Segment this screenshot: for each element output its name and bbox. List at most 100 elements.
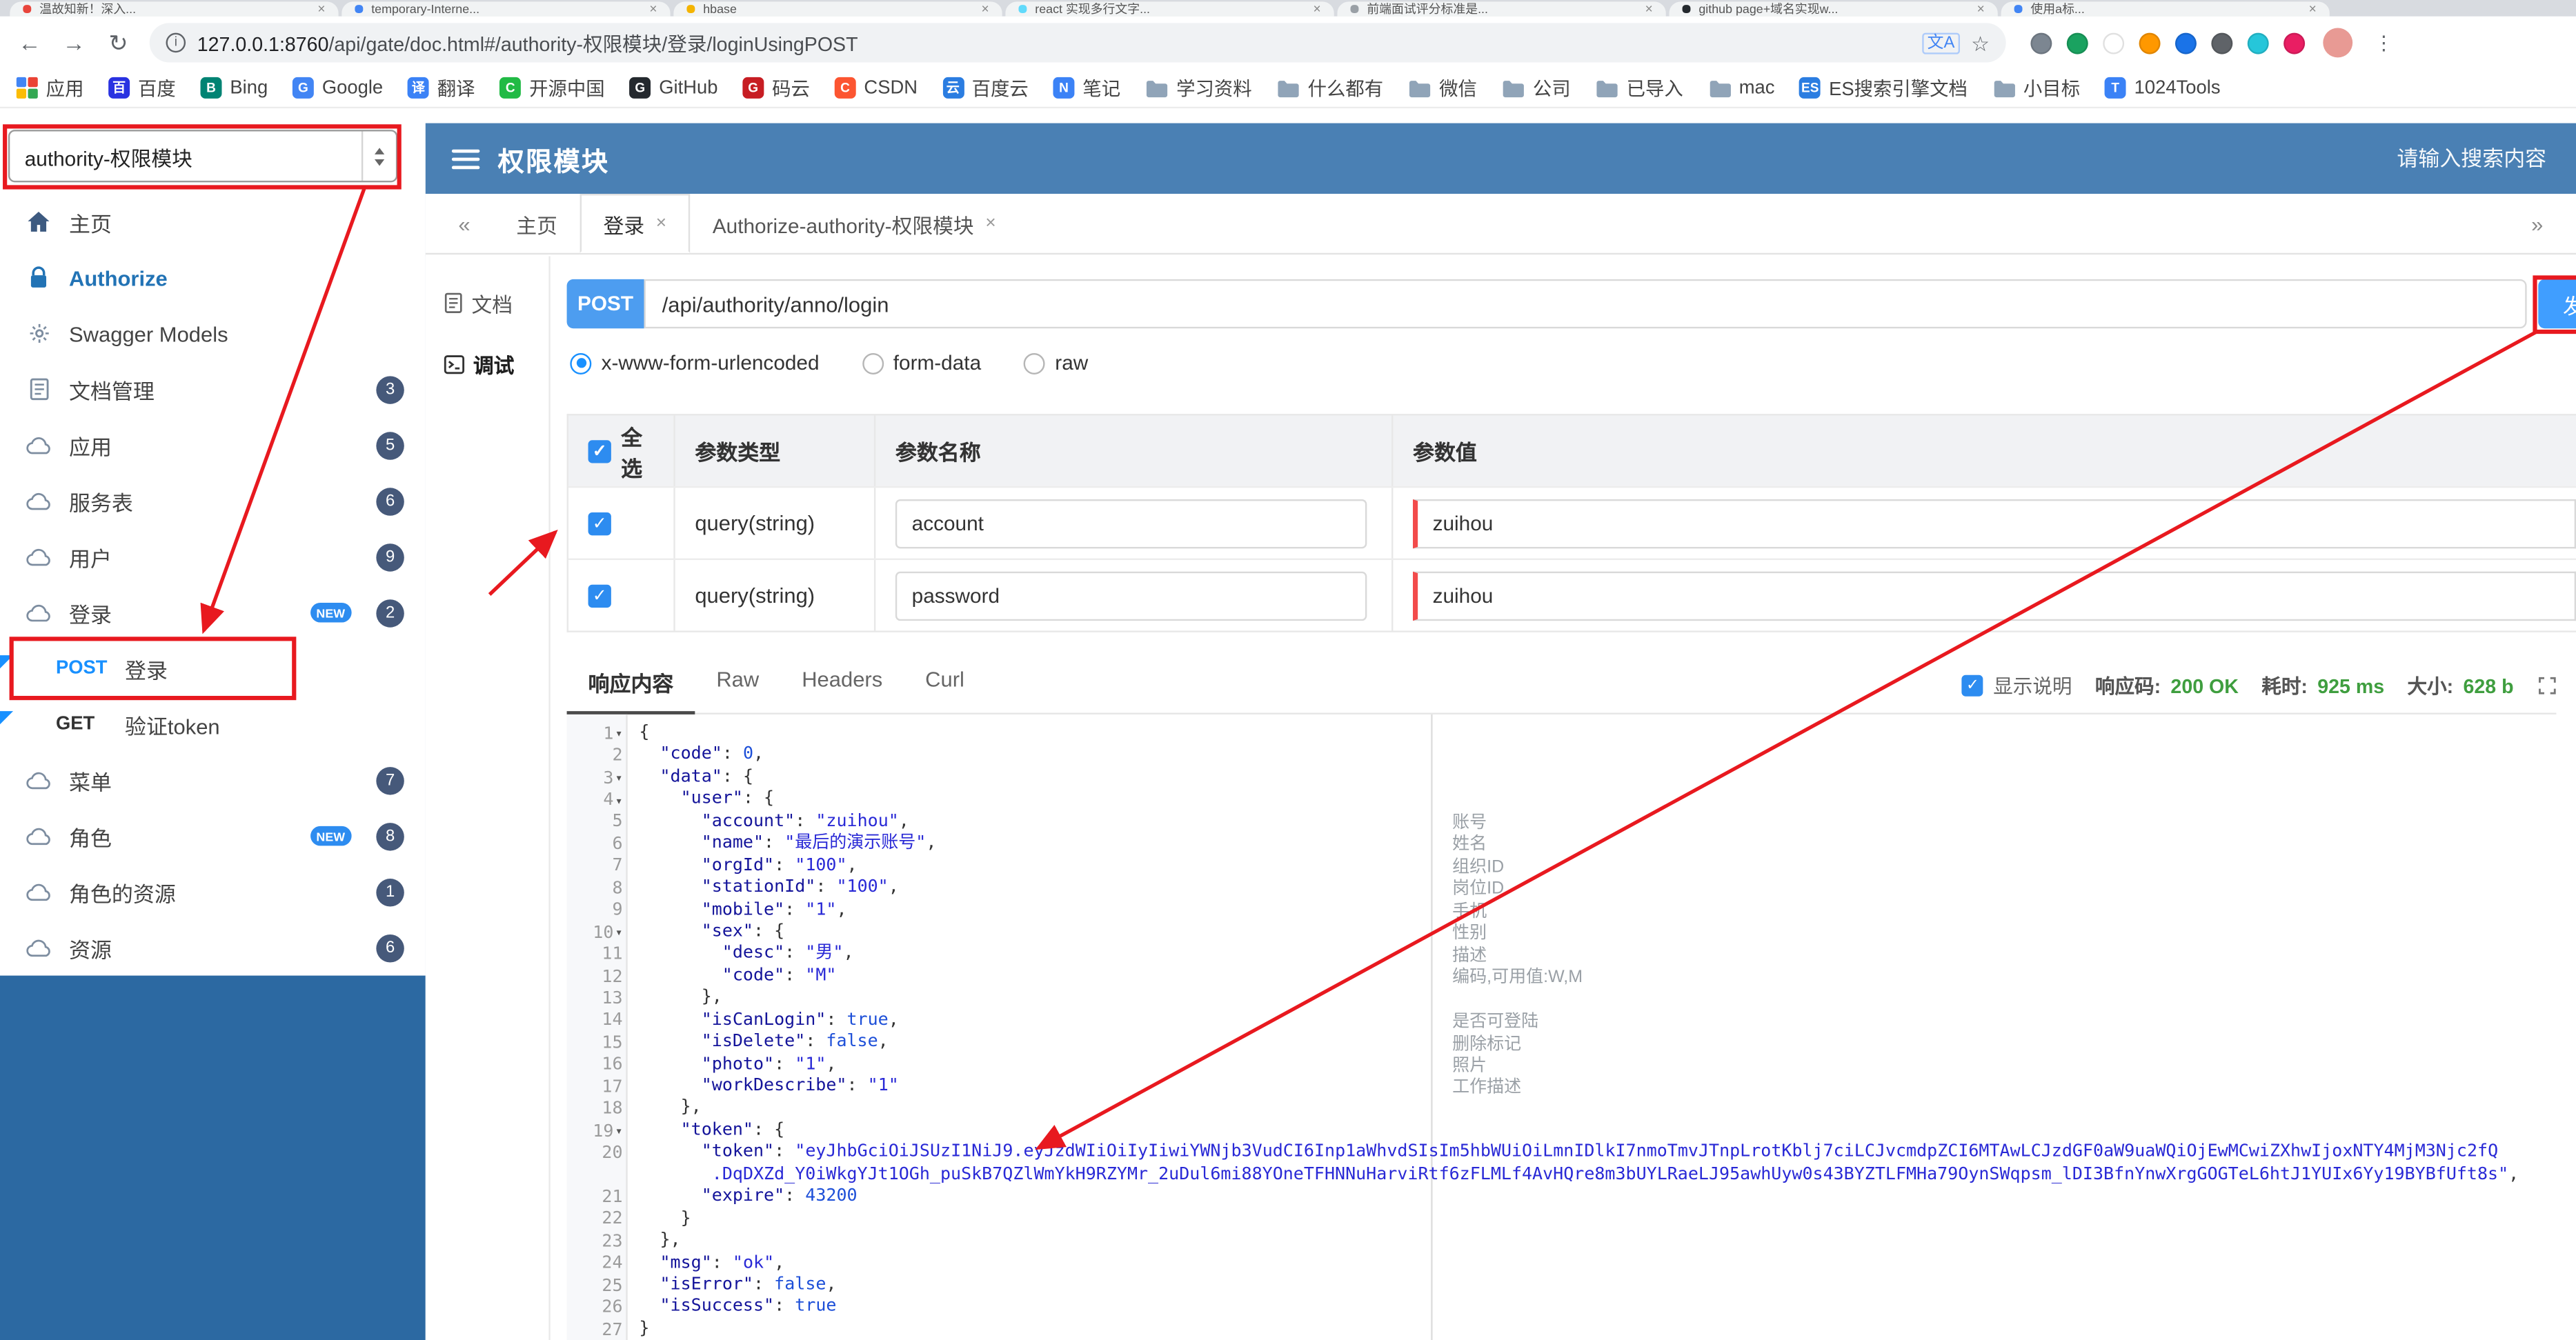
show-description-checkbox[interactable]: ✓ [1961,674,1983,697]
forward-icon[interactable]: → [61,30,87,56]
response-tab[interactable]: Raw [695,654,780,713]
extension-icon[interactable] [2211,32,2233,54]
select-all-checkbox[interactable]: ✓ [588,439,611,463]
row-checkbox[interactable]: ✓ [588,583,611,607]
browser-tab[interactable]: 温故知新！深入... × [10,1,339,17]
bookmark-item[interactable]: 译翻译 [407,74,475,101]
bookmark-item[interactable]: 学习资料 [1145,74,1252,101]
bookmark-item[interactable]: 什么都有 [1276,74,1383,101]
profile-avatar[interactable] [2323,28,2353,58]
header-search-input[interactable] [2319,144,2550,173]
browser-tab[interactable]: github page+域名实现w... × [1669,1,1998,17]
browser-tab[interactable]: 使用a标... × [2001,1,2330,17]
bookmark-item[interactable]: N 笔记 [1053,74,1120,101]
sidebar-item[interactable]: 资源 6 [0,919,426,976]
content-type-option[interactable]: form-data [862,352,981,374]
sidebar-api-post[interactable]: POST 登录 [0,640,426,697]
sidebar-item[interactable]: 主页 [0,194,426,250]
sidebar-item[interactable]: 服务表 6 [0,472,426,529]
sidebar-item[interactable]: 菜单 7 [0,752,426,808]
content-type-option[interactable]: x-www-form-urlencoded [570,352,820,374]
fold-icon[interactable]: ▾ [615,792,623,807]
tab-close-icon[interactable]: × [317,1,325,16]
sidebar-item[interactable]: 应用 5 [0,417,426,473]
fold-icon[interactable]: ▾ [615,770,623,785]
browser-tab[interactable]: 前端面试评分标准是... × [1337,1,1666,17]
param-name-input[interactable] [895,498,1367,548]
param-name-input[interactable] [895,570,1367,620]
extension-icon[interactable] [2103,32,2125,54]
endpoint-path-input[interactable]: /api/authority/anno/login [644,279,2527,329]
response-tab[interactable]: Curl [904,654,986,713]
bookmark-item[interactable]: G 码云 [742,74,810,101]
back-icon[interactable]: ← [17,30,43,56]
bookmark-item[interactable]: 百百度 [108,74,176,101]
param-value-input[interactable] [1413,498,2576,548]
more-tabs-icon[interactable]: » [2515,211,2559,236]
sidebar-item[interactable]: 角色的资源 1 [0,863,426,920]
fold-icon[interactable]: ▾ [615,925,623,939]
bookmark-item[interactable]: G GitHub [629,77,717,99]
tab-close-icon[interactable]: × [1645,1,1653,16]
bookmark-item[interactable]: 已导入 [1595,74,1683,101]
extension-icon[interactable] [2030,32,2052,54]
extension-icon[interactable] [2066,32,2088,54]
extension-icon[interactable] [2174,32,2197,54]
collapse-tabs-icon[interactable]: « [442,211,487,236]
row-checkbox[interactable]: ✓ [588,511,611,535]
bookmark-item[interactable]: C CSDN [834,77,918,99]
sidebar-item[interactable]: Authorize [0,249,426,306]
bookmark-item[interactable]: ES ES搜索引擎文档 [1799,74,1968,101]
tab-close-icon[interactable]: × [1977,1,1985,16]
bookmark-item[interactable]: 微信 [1408,74,1477,101]
sidebar-item[interactable]: 登录 NEW 2 [0,584,426,641]
browser-menu-icon[interactable]: ⋮ [2370,31,2397,54]
bookmark-item[interactable]: mac [1708,78,1775,98]
fold-icon[interactable]: ▾ [615,726,623,741]
fullscreen-icon[interactable] [2538,677,2556,694]
tab-close-icon[interactable]: × [981,1,989,16]
content-tab[interactable]: Authorize-authority-权限模块 × [689,194,1019,253]
close-tab-icon[interactable]: × [985,214,995,234]
bookmark-item[interactable]: C 开源中国 [499,74,605,101]
doc-nav-doc[interactable]: 文档 [426,272,549,333]
response-tab[interactable]: Headers [780,654,904,713]
browser-tab[interactable]: temporary-Interne... × [341,1,671,17]
response-tab[interactable]: 响应内容 [566,654,695,714]
bookmark-item[interactable]: T 1024Tools [2104,77,2221,99]
sidebar-api-get[interactable]: GET 验证token [0,696,426,752]
send-button[interactable]: 发送 [2538,279,2576,329]
sidebar-item[interactable]: 用户 9 [0,528,426,585]
fold-icon[interactable]: ▾ [615,1123,623,1138]
sidebar-item[interactable]: 角色 NEW 8 [0,808,426,864]
browser-tab[interactable]: hbase × [673,1,1002,17]
menu-icon[interactable] [451,148,480,169]
content-type-option[interactable]: raw [1024,352,1088,374]
tab-close-icon[interactable]: × [649,1,657,16]
bookmark-item[interactable]: 云百度云 [942,74,1029,101]
module-select[interactable]: authority-权限模块 [8,130,398,183]
browser-tab[interactable]: react 实现多行文字... × [1005,1,1334,17]
extension-icon[interactable] [2139,32,2161,54]
close-tab-icon[interactable]: × [656,214,666,234]
bookmark-item[interactable]: 小目标 [1992,74,2080,101]
sidebar-item[interactable]: 文档管理 3 [0,361,426,417]
content-tab[interactable]: 登录 × [580,194,690,253]
sidebar-item[interactable]: Swagger Models [0,305,426,361]
bookmark-item[interactable]: 公司 [1502,74,1571,101]
doc-nav-debug[interactable]: 调试 [426,333,549,394]
bookmark-item[interactable]: 应用 [16,74,83,101]
tab-close-icon[interactable]: × [1314,1,1321,16]
bookmark-star-icon[interactable]: ☆ [1971,30,1990,54]
reload-icon[interactable]: ↻ [105,29,131,57]
content-tab[interactable]: 主页 [493,194,580,253]
translate-icon[interactable]: 文A [1922,32,1960,54]
url-bar[interactable]: i 127.0.0.1:8760/api/gate/doc.html#/auth… [149,23,2006,63]
extension-icon[interactable] [2247,32,2269,54]
bookmark-item[interactable]: B Bing [200,77,268,99]
bookmark-item[interactable]: G Google [292,77,383,99]
site-info-icon[interactable]: i [166,32,186,53]
tab-close-icon[interactable]: × [2309,1,2317,16]
param-value-input[interactable] [1413,570,2576,620]
extension-icon[interactable] [2283,32,2306,54]
